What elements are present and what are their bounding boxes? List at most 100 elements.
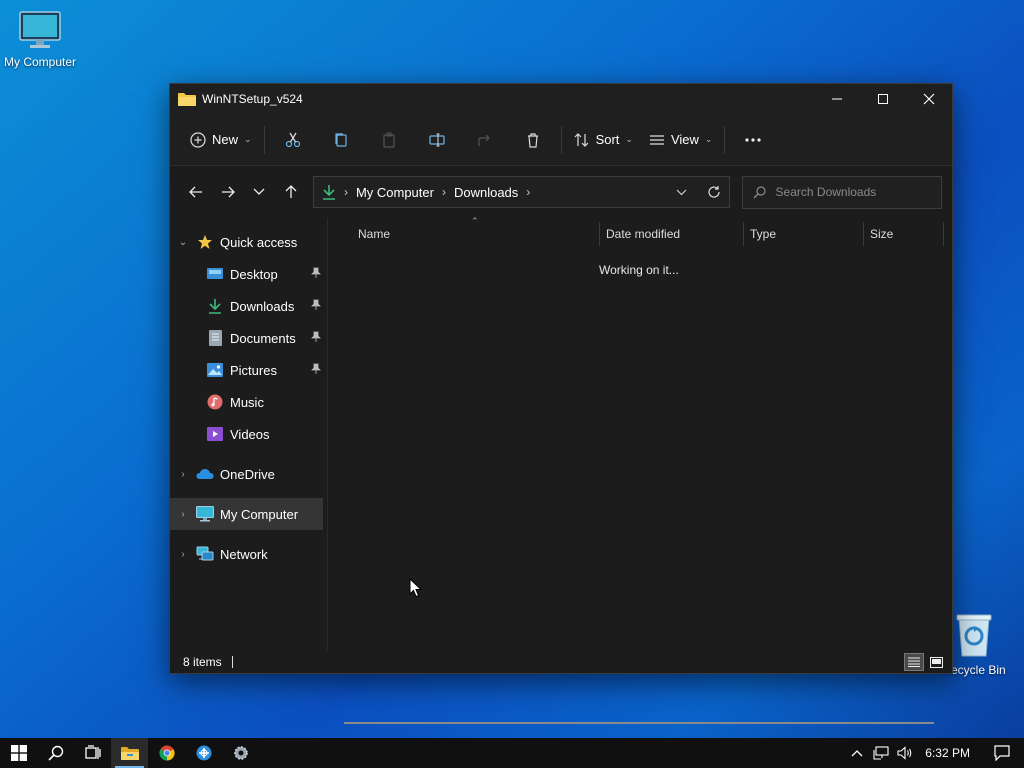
file-explorer-icon — [120, 746, 139, 760]
settings-gear-icon — [233, 746, 248, 760]
maximize-button[interactable] — [860, 84, 906, 114]
nav-item-pictures[interactable]: Pictures — [170, 354, 327, 386]
chevron-right-icon[interactable]: › — [442, 185, 446, 199]
view-button[interactable]: View ⌄ — [641, 123, 721, 157]
horizontal-scrollbar[interactable] — [344, 722, 934, 724]
start-button[interactable] — [0, 738, 37, 768]
nav-label: Downloads — [230, 298, 295, 314]
view-label: View — [670, 132, 699, 147]
search-box[interactable] — [741, 175, 943, 209]
chevron-down-icon[interactable]: ⌄ — [170, 237, 196, 248]
forward-button[interactable] — [212, 176, 244, 208]
pin-icon[interactable] — [311, 267, 321, 282]
paste-button[interactable] — [369, 123, 409, 157]
rename-button[interactable] — [417, 123, 457, 157]
music-icon — [206, 393, 224, 411]
up-button[interactable] — [275, 176, 307, 208]
taskbar-file-explorer[interactable] — [111, 738, 148, 768]
nav-item-onedrive[interactable]: › OneDrive — [170, 458, 327, 490]
rename-icon — [428, 133, 445, 146]
new-button[interactable]: New ⌄ — [182, 123, 260, 157]
recent-locations-button[interactable] — [243, 176, 275, 208]
chevron-down-icon: ⌄ — [625, 134, 633, 144]
copy-button[interactable] — [321, 123, 361, 157]
chevron-right-icon[interactable]: › — [526, 185, 530, 199]
minimize-button[interactable] — [814, 84, 860, 114]
nav-quick-access[interactable]: ⌄ Quick access — [170, 226, 327, 258]
taskbar-clock[interactable]: 6:32 PM — [917, 746, 980, 760]
breadcrumb-downloads[interactable]: Downloads — [454, 185, 518, 200]
search-icon — [753, 185, 766, 198]
back-button[interactable] — [180, 176, 212, 208]
download-arrow-icon — [322, 185, 335, 200]
search-button[interactable] — [37, 738, 74, 768]
title-bar[interactable]: WinNTSetup_v524 — [170, 84, 952, 114]
nav-item-network[interactable]: › Network — [170, 538, 327, 570]
copy-icon — [334, 132, 347, 147]
address-bar[interactable]: › My Computer › Downloads › — [312, 176, 730, 208]
column-header-size[interactable]: Size — [864, 222, 944, 246]
breadcrumb-my-computer[interactable]: My Computer — [356, 185, 434, 200]
cloud-icon — [196, 465, 214, 483]
monitor-icon — [196, 505, 214, 523]
mouse-cursor-icon — [409, 578, 423, 598]
nav-item-desktop[interactable]: Desktop — [170, 258, 327, 290]
desktop-icon-my-computer[interactable]: My Computer — [0, 10, 80, 69]
share-icon — [477, 134, 490, 146]
volume-button[interactable] — [893, 738, 917, 768]
chevron-up-icon — [851, 750, 863, 757]
chevron-right-icon[interactable]: › — [170, 549, 196, 560]
chevron-down-icon[interactable] — [676, 189, 687, 196]
taskbar-settings[interactable] — [222, 738, 259, 768]
nav-item-my-computer[interactable]: › My Computer — [170, 498, 323, 530]
chevron-down-icon: ⌄ — [704, 134, 713, 144]
network-icon — [196, 545, 214, 563]
video-icon — [206, 425, 224, 443]
show-hidden-icons-button[interactable] — [845, 738, 869, 768]
download-arrow-icon — [206, 297, 224, 315]
close-button[interactable] — [906, 84, 952, 114]
new-label: New — [212, 132, 239, 147]
pin-icon[interactable] — [311, 363, 321, 378]
nav-item-videos[interactable]: Videos — [170, 418, 327, 450]
large-icons-view-button[interactable] — [926, 653, 946, 671]
nav-label: Music — [230, 394, 264, 410]
chevron-right-icon[interactable]: › — [170, 469, 196, 480]
sort-button[interactable]: Sort ⌄ — [566, 123, 641, 157]
taskbar: 6:32 PM — [0, 738, 1024, 768]
navigation-pane: ⌄ Quick access Desktop Downloads Documen… — [170, 218, 328, 655]
column-header-name[interactable]: Name — [328, 222, 600, 246]
chevron-right-icon[interactable]: › — [170, 509, 196, 520]
nav-item-downloads[interactable]: Downloads — [170, 290, 327, 322]
document-icon — [206, 329, 224, 347]
delete-button[interactable] — [513, 123, 553, 157]
search-icon — [47, 745, 63, 761]
arrow-left-icon — [188, 186, 202, 198]
view-list-icon — [649, 134, 664, 145]
arrow-up-icon — [285, 185, 297, 198]
pin-icon[interactable] — [311, 299, 321, 314]
share-button[interactable] — [465, 123, 505, 157]
pictures-icon — [206, 361, 224, 379]
task-view-button[interactable] — [74, 738, 111, 768]
action-center-button[interactable] — [980, 738, 1024, 768]
taskbar-network-app[interactable] — [185, 738, 222, 768]
nav-item-documents[interactable]: Documents — [170, 322, 327, 354]
speaker-icon — [897, 746, 912, 760]
pin-icon[interactable] — [311, 331, 321, 346]
column-header-type[interactable]: Type — [744, 222, 864, 246]
nav-item-music[interactable]: Music — [170, 386, 327, 418]
more-options-button[interactable] — [733, 123, 773, 157]
column-header-date-modified[interactable]: Date modified — [600, 222, 744, 246]
taskbar-chrome[interactable] — [148, 738, 185, 768]
search-input[interactable] — [775, 185, 926, 199]
cut-button[interactable] — [273, 123, 313, 157]
system-tray: 6:32 PM — [845, 738, 1024, 768]
network-status-button[interactable] — [869, 738, 893, 768]
minimize-icon — [832, 98, 842, 100]
desktop-icon-label: My Computer — [3, 55, 77, 69]
refresh-icon[interactable] — [707, 185, 721, 199]
details-view-button[interactable] — [904, 653, 924, 671]
nav-label: Network — [220, 546, 268, 562]
explorer-body: ⌄ Quick access Desktop Downloads Documen… — [170, 216, 952, 724]
